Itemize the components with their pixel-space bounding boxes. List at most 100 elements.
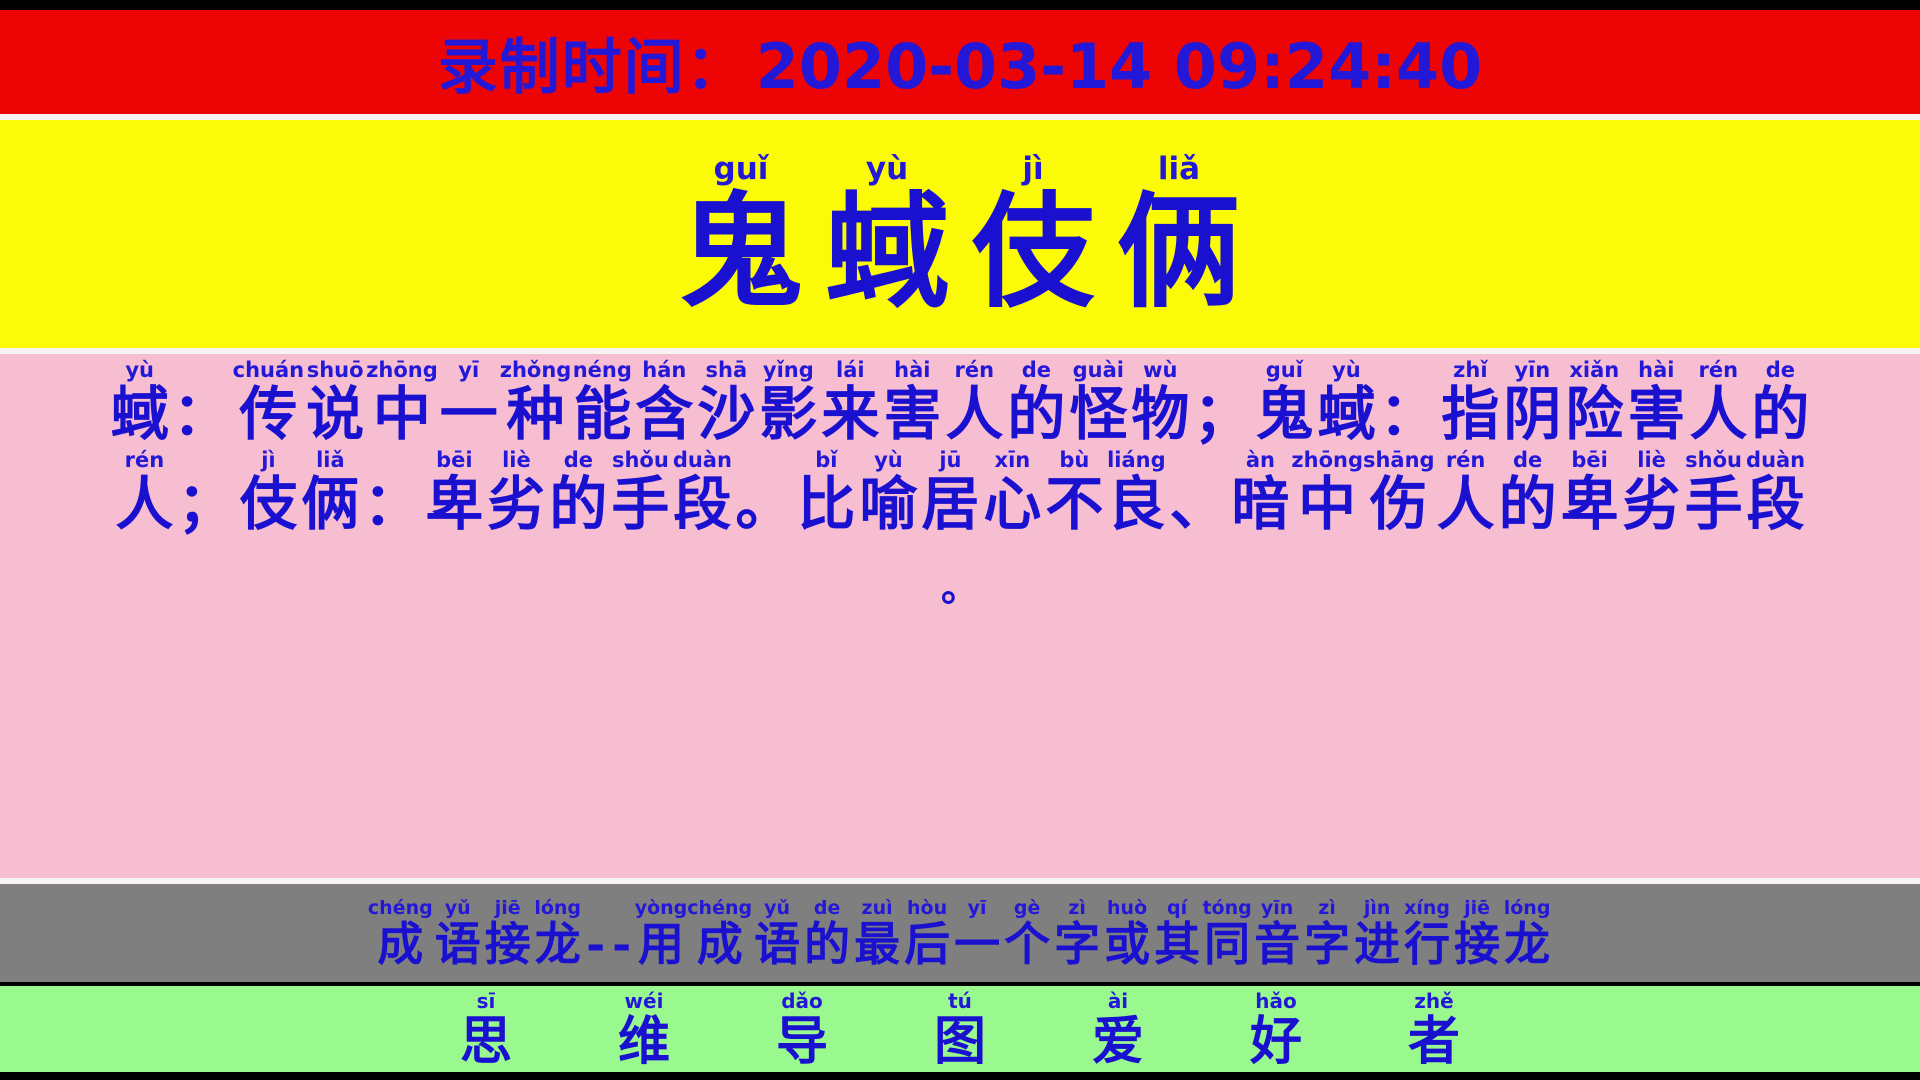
hanzi: ： bbox=[1379, 380, 1438, 448]
hanzi: 人 bbox=[945, 380, 1004, 448]
hanzi: - bbox=[586, 917, 606, 971]
ruby-char: liáng 良 bbox=[1105, 450, 1167, 538]
ruby-char: chuán 传 bbox=[233, 360, 304, 444]
ruby-char: shāng 伤 bbox=[1363, 450, 1435, 534]
pinyin: lóng bbox=[534, 897, 582, 919]
pinyin: zhōng bbox=[1291, 448, 1363, 472]
hanzi: 蜮 bbox=[1317, 380, 1376, 448]
hanzi: 龙 bbox=[1504, 917, 1551, 971]
hanzi: 人 bbox=[1436, 470, 1495, 538]
hanzi: 手 bbox=[1684, 470, 1743, 538]
ruby-char: shǒu 手 bbox=[1683, 448, 1745, 538]
ruby-char: de 的 bbox=[802, 899, 852, 968]
pinyin: yòng bbox=[634, 897, 688, 919]
pinyin: dǎo bbox=[781, 988, 823, 1013]
pinyin: zhě bbox=[1414, 988, 1454, 1013]
hanzi: 段 bbox=[673, 470, 732, 538]
hanzi: 暗 bbox=[1231, 470, 1290, 538]
ruby-char: chéng 成 bbox=[687, 897, 753, 968]
hanzi: 不 bbox=[1045, 470, 1104, 538]
ruby-char: hòu 后 bbox=[902, 899, 952, 971]
ruby-char: guài 怪 bbox=[1067, 360, 1129, 444]
ruby-char: chéng 成 bbox=[368, 899, 433, 971]
pinyin: tóng bbox=[1202, 897, 1252, 919]
ruby-char: liè 劣 bbox=[1621, 450, 1683, 534]
ruby-char: zhě 者 bbox=[1355, 991, 1513, 1068]
pinyin bbox=[1405, 360, 1412, 381]
video-frame: 录制时间： 2020-03-14 09:24:40 guǐ 鬼 yù 蜮 jì 伎 liǎ 俩… bbox=[0, 0, 1920, 1080]
hanzi: 居 bbox=[921, 470, 980, 538]
ruby-char: lóng 龙 bbox=[533, 897, 583, 968]
hanzi: 后 bbox=[904, 917, 951, 971]
hanzi: 者 bbox=[1407, 1010, 1460, 1072]
pinyin bbox=[1219, 360, 1226, 381]
ruby-char: yǐng 影 bbox=[757, 358, 819, 448]
pinyin: zì bbox=[1068, 897, 1086, 919]
ruby-char: duàn 段 bbox=[671, 450, 733, 538]
pinyin: chéng bbox=[687, 897, 753, 919]
hanzi: 导 bbox=[775, 1010, 828, 1072]
pinyin: de bbox=[1021, 358, 1051, 382]
pinyin: shǒu bbox=[1685, 448, 1742, 472]
hanzi: 劣 bbox=[487, 470, 546, 538]
pinyin: jū bbox=[939, 448, 962, 472]
pinyin: zhǒng bbox=[499, 358, 572, 382]
hanzi: 俩 bbox=[301, 470, 360, 538]
ruby-char: gè 个 bbox=[1002, 899, 1052, 971]
ruby-char: rén 人 bbox=[1435, 450, 1497, 538]
ruby-char: yī 一 bbox=[438, 360, 500, 444]
ruby-char: guǐ 鬼 bbox=[668, 153, 814, 315]
hanzi: 。 bbox=[940, 565, 979, 610]
ruby-char: lái 来 bbox=[819, 360, 881, 448]
pinyin bbox=[1195, 450, 1202, 471]
hanzi: 个 bbox=[1004, 917, 1051, 971]
bottom-letterbox bbox=[0, 1072, 1920, 1080]
hanzi: 沙 bbox=[697, 380, 756, 448]
ruby-char: zhǐ 指 bbox=[1439, 360, 1501, 444]
pinyin: jiē bbox=[494, 897, 521, 919]
ruby-char: yòng 用 bbox=[634, 897, 688, 968]
pinyin: rén bbox=[124, 448, 165, 472]
idiom-title-bar: guǐ 鬼 yù 蜮 jì 伎 liǎ 俩 bbox=[0, 120, 1920, 348]
pinyin: zuì bbox=[861, 897, 893, 919]
pinyin: bǐ bbox=[815, 448, 838, 472]
definition-bar: yù 蜮 ： chuán 传 shuō 说 zhōng 中 yī 一 zhǒng 种 néng 能 hán 含… bbox=[0, 354, 1920, 878]
ruby-char: yīn 音 bbox=[1252, 899, 1302, 968]
ruby-char: ： bbox=[1377, 360, 1439, 443]
pinyin: yǐng bbox=[762, 358, 814, 382]
hanzi: 影 bbox=[759, 380, 818, 448]
ruby-char: yù 喻 bbox=[857, 450, 919, 534]
hanzi: 来 bbox=[821, 380, 880, 448]
pinyin: duàn bbox=[1746, 448, 1806, 472]
ruby-char: zì 字 bbox=[1302, 897, 1352, 968]
hanzi: 阴 bbox=[1503, 380, 1562, 448]
hanzi: 含 bbox=[635, 380, 694, 448]
pinyin bbox=[198, 360, 205, 381]
definition-line-1-text: yù 蜮 ： chuán 传 shuō 说 zhōng 中 yī 一 zhǒng 种 néng 能 hán 含… bbox=[109, 358, 1812, 448]
pinyin: yī bbox=[967, 897, 987, 919]
pinyin: jiē bbox=[1464, 897, 1491, 919]
pinyin: bù bbox=[1059, 448, 1090, 472]
pinyin: yīn bbox=[1514, 358, 1551, 382]
hanzi: 险 bbox=[1565, 380, 1624, 448]
pinyin: hǎo bbox=[1255, 988, 1297, 1013]
hanzi: 的 bbox=[549, 470, 608, 538]
hanzi: 行 bbox=[1404, 917, 1451, 971]
hanzi: 的 bbox=[1007, 380, 1066, 448]
ruby-char: ： bbox=[361, 450, 423, 533]
hanzi: 比 bbox=[797, 470, 856, 538]
hanzi: ： bbox=[172, 380, 231, 448]
pinyin bbox=[761, 450, 768, 471]
hanzi: 成 bbox=[377, 917, 424, 971]
hanzi: 良 bbox=[1107, 470, 1166, 538]
ruby-char: huò 或 bbox=[1102, 899, 1152, 968]
hanzi: 语 bbox=[754, 917, 801, 971]
hanzi: 说 bbox=[306, 380, 365, 448]
idiom-title: guǐ 鬼 yù 蜮 jì 伎 liǎ 俩 bbox=[668, 153, 1252, 325]
hanzi: 同 bbox=[1204, 917, 1251, 971]
pinyin bbox=[203, 450, 210, 471]
hanzi: 伎 bbox=[970, 179, 1095, 325]
pinyin: de bbox=[1512, 448, 1543, 472]
pinyin: zì bbox=[1318, 897, 1336, 919]
ruby-char: duàn 段 bbox=[1745, 448, 1807, 534]
